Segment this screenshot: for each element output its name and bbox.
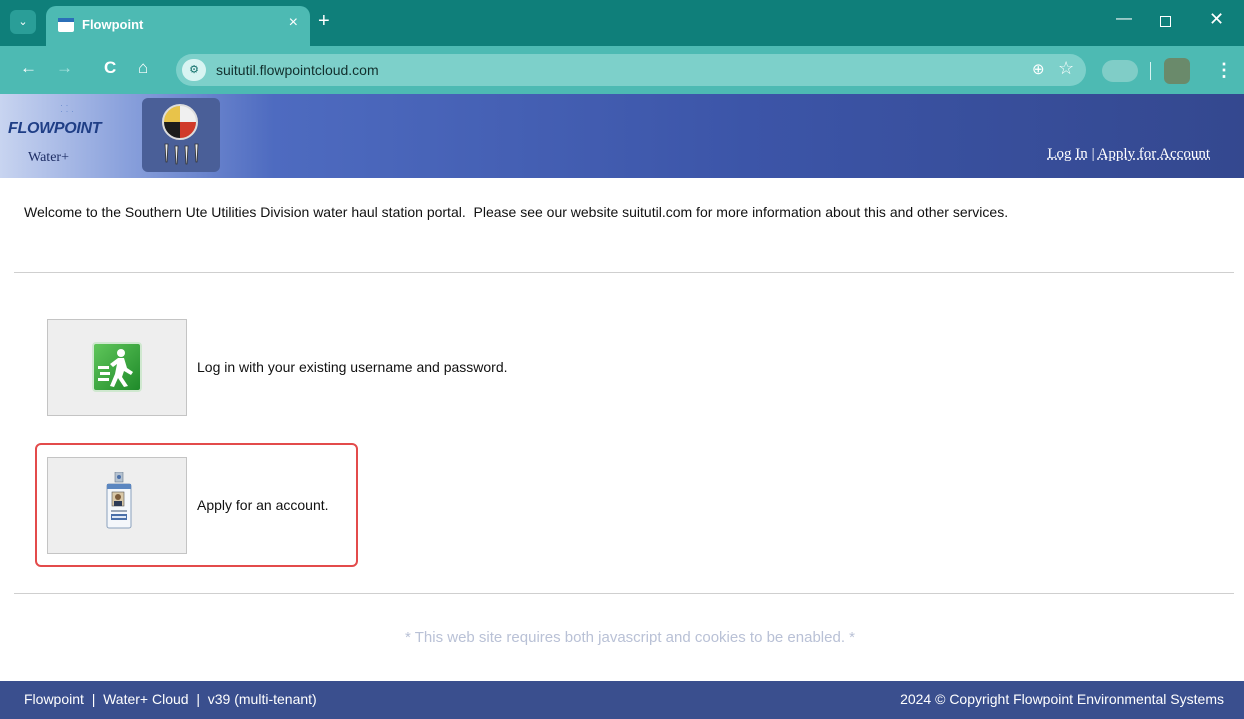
reload-icon[interactable]: C — [104, 58, 116, 78]
login-link[interactable]: Log In — [1047, 146, 1087, 162]
maximize-button[interactable] — [1160, 16, 1171, 27]
feathers-icon — [164, 143, 199, 165]
profile-avatar[interactable] — [1164, 58, 1190, 84]
requirements-notice: * This web site requires both javascript… — [405, 629, 855, 646]
footer-version: Flowpoint | Water+ Cloud | v39 (multi-te… — [24, 691, 317, 707]
new-tab-button[interactable]: + — [318, 10, 330, 32]
extension-icon[interactable] — [1102, 60, 1138, 82]
window-close-button[interactable]: ✕ — [1209, 9, 1224, 30]
flowpoint-logo: FLOWPOINT — [8, 120, 102, 137]
bookmark-star-icon[interactable]: ☆ — [1058, 58, 1074, 79]
tab-close-icon[interactable]: × — [289, 14, 298, 32]
toolbar-separator — [1150, 62, 1151, 80]
zoom-icon[interactable]: ⊕ — [1032, 60, 1045, 78]
login-button[interactable] — [47, 319, 187, 416]
divider — [14, 272, 1234, 273]
browser-menu-icon[interactable]: ⋮ — [1215, 60, 1233, 81]
apply-link[interactable]: Apply for Account — [1098, 146, 1210, 162]
divider — [14, 593, 1234, 594]
login-exit-icon — [92, 342, 142, 392]
site-favicon-icon — [58, 18, 74, 32]
minimize-button[interactable]: — — [1116, 10, 1132, 28]
browser-tab[interactable]: Flowpoint × — [46, 6, 310, 46]
url-text[interactable]: suitutil.flowpointcloud.com — [216, 62, 379, 78]
link-separator: | — [1091, 146, 1095, 162]
browser-tab-bar: ⌄ Flowpoint × + — ✕ — [0, 0, 1244, 46]
home-icon[interactable]: ⌂ — [138, 58, 148, 78]
welcome-message: Welcome to the Southern Ute Utilities Di… — [24, 204, 1009, 220]
site-header: · · · · · FLOWPOINT Water+ Log In | Apply… — [0, 94, 1244, 178]
site-info-icon[interactable]: ⚙ — [182, 59, 206, 81]
tribal-seal-logo — [142, 98, 220, 172]
header-links: Log In | Apply for Account — [1047, 146, 1210, 163]
login-option-text: Log in with your existing username and p… — [197, 359, 508, 375]
footer-copyright: 2024 © Copyright Flowpoint Environmental… — [900, 691, 1224, 707]
highlight-box — [35, 443, 358, 567]
forward-arrow-icon[interactable]: → — [56, 58, 73, 78]
seal-medallion-icon — [162, 104, 198, 140]
tab-search-icon[interactable]: ⌄ — [10, 10, 36, 34]
site-footer: Flowpoint | Water+ Cloud | v39 (multi-te… — [0, 681, 1244, 719]
tab-title: Flowpoint — [82, 17, 144, 32]
logo-dots-icon: · · · · · — [60, 100, 74, 116]
address-bar[interactable]: ⚙ suitutil.flowpointcloud.com — [176, 54, 1086, 86]
back-arrow-icon[interactable]: ← — [20, 58, 37, 78]
logo-water-text: Water+ — [28, 150, 69, 165]
